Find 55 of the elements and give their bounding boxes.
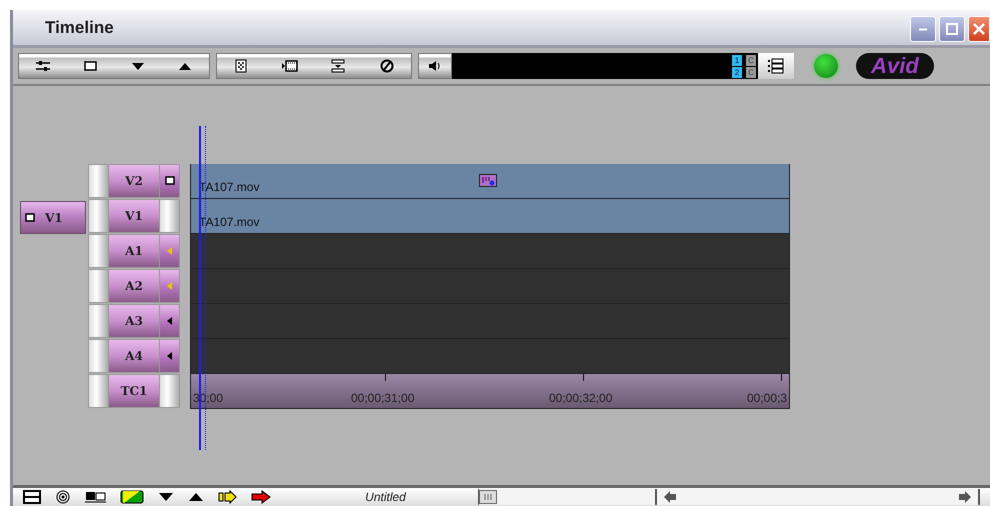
timecode-label: 00;00;31;00	[351, 391, 414, 405]
avid-logo: Avid	[856, 53, 934, 79]
clip-name: TA107.mov	[199, 180, 260, 194]
track-flag[interactable]: C	[746, 54, 756, 66]
timecode-label: 00;00;3	[747, 391, 788, 405]
view-button[interactable]	[85, 490, 106, 504]
track-button[interactable]: A3	[88, 304, 180, 338]
track-number[interactable]: 2	[732, 66, 742, 78]
list-icon	[767, 58, 785, 74]
scale-slider[interactable]	[478, 489, 657, 505]
checker-icon	[233, 59, 250, 73]
clear-button[interactable]	[378, 59, 395, 73]
minimize-button[interactable]	[910, 16, 936, 42]
window-title: Timeline	[45, 18, 114, 38]
color-swatch-icon	[120, 490, 144, 504]
source-track-button[interactable]: V1	[20, 201, 86, 234]
horizontal-scrollbar[interactable]	[657, 489, 980, 505]
track-button[interactable]: A1	[88, 234, 180, 268]
settings-button[interactable]	[34, 59, 51, 73]
track-button[interactable]: A2	[88, 269, 180, 303]
track-button[interactable]: V1	[88, 199, 180, 233]
go-to-button[interactable]	[218, 490, 237, 504]
right-arrow-icon	[958, 491, 972, 503]
clip-name: TA107.mov	[199, 215, 260, 229]
target-icon	[55, 490, 71, 504]
maximize-button[interactable]	[939, 16, 965, 42]
next-button[interactable]	[251, 490, 271, 504]
close-icon	[973, 23, 985, 35]
track-flag[interactable]: C	[746, 66, 756, 78]
fade-button[interactable]	[233, 59, 250, 73]
track-button[interactable]: TC1	[88, 374, 180, 408]
arrow-icon	[251, 490, 271, 504]
maximize-icon	[946, 23, 958, 35]
no-entry-icon	[378, 59, 395, 73]
film-icon	[282, 59, 298, 73]
splice-button[interactable]	[330, 59, 346, 73]
track-height-button[interactable]	[23, 490, 41, 504]
left-arrow-icon	[663, 491, 677, 503]
minimize-icon	[919, 28, 927, 30]
track-button[interactable]: A4	[88, 339, 180, 373]
monitor-icon	[25, 212, 35, 222]
overwrite-button[interactable]	[282, 59, 298, 73]
track-button[interactable]: V2	[88, 164, 180, 198]
track-number[interactable]: 1	[732, 54, 742, 66]
sliders-icon	[34, 59, 51, 73]
frames-icon	[85, 490, 106, 504]
rows-icon	[23, 490, 41, 504]
focus-button[interactable]	[55, 490, 71, 504]
arrow-icon	[218, 490, 237, 504]
timecode-label: 00;00;32;00	[549, 391, 612, 405]
sequence-name: Untitled	[364, 490, 407, 504]
color-button[interactable]	[120, 490, 144, 504]
close-button[interactable]	[968, 16, 990, 42]
insert-icon	[330, 59, 346, 73]
list-button[interactable]	[758, 53, 794, 79]
